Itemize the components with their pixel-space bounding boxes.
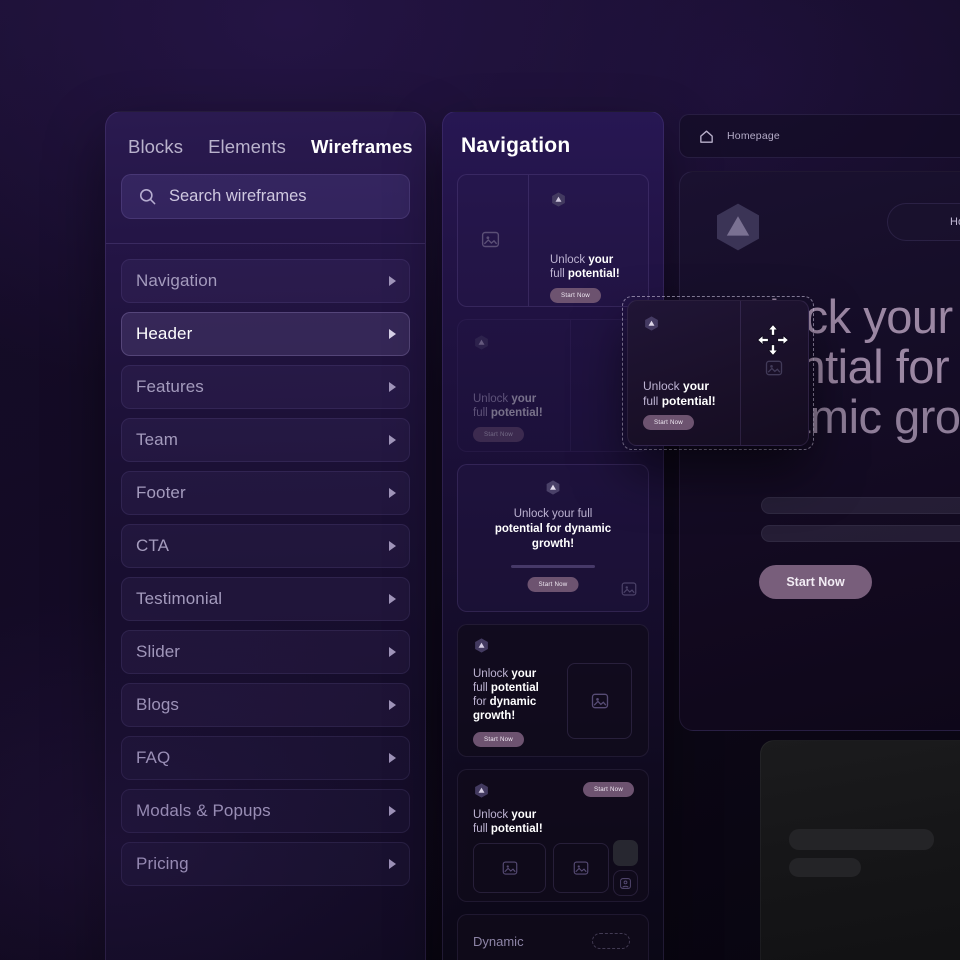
sidebar-item-navigation[interactable]: Navigation: [121, 259, 410, 303]
thumbnail-tile: [613, 840, 638, 866]
image-placeholder-icon: [567, 663, 632, 739]
wireframes-sidebar: Blocks Elements Wireframes Navigation He…: [105, 111, 426, 960]
brand-logo-icon: [717, 203, 759, 251]
card-heading: Unlock your full potential for dynamic g…: [473, 668, 539, 722]
avatar-placeholder-icon: [613, 870, 638, 896]
category-label: Blogs: [136, 695, 180, 714]
card-heading: Unlock your full potential!: [643, 379, 716, 408]
breadcrumb-label: Homepage: [727, 130, 780, 142]
image-placeholder-icon: [553, 843, 609, 893]
chevron-right-icon: [389, 276, 396, 286]
image-placeholder-icon: [480, 229, 501, 255]
breadcrumb[interactable]: Homepage: [679, 114, 960, 158]
placeholder-pill: [592, 933, 630, 949]
chevron-right-icon: [389, 382, 396, 392]
sidebar-item-cta[interactable]: CTA: [121, 524, 410, 568]
tab-elements[interactable]: Elements: [208, 136, 286, 158]
brand-logo-icon: [475, 783, 488, 798]
brand-logo-icon: [475, 638, 488, 653]
sidebar-tab-bar: Blocks Elements Wireframes: [106, 112, 425, 158]
hero-text-placeholder-bar: [761, 525, 960, 542]
chevron-right-icon: [389, 435, 396, 445]
search-icon: [139, 188, 156, 205]
app-root: Blocks Elements Wireframes Navigation He…: [0, 0, 960, 960]
search-input[interactable]: [169, 187, 393, 206]
image-placeholder-icon: [473, 843, 546, 893]
wireframe-card-2-ghost[interactable]: Unlock your full potential! Start Now: [457, 319, 649, 452]
category-label: CTA: [136, 536, 170, 555]
home-icon: [700, 130, 713, 143]
category-label: Team: [136, 430, 178, 449]
category-label: FAQ: [136, 748, 171, 767]
placeholder-bar: [789, 858, 861, 877]
navigation-wireframes-panel: Navigation Unlock your full potential! S…: [442, 111, 664, 960]
chevron-right-icon: [389, 753, 396, 763]
tab-wireframes[interactable]: Wireframes: [311, 136, 413, 158]
brand-logo-icon: [552, 192, 565, 207]
preview-nav-pill[interactable]: Home: [887, 203, 960, 241]
card-heading: Unlock your full potential!: [473, 809, 543, 835]
move-cursor-icon: [757, 324, 789, 356]
image-placeholder-icon: [764, 358, 784, 383]
panel-title: Navigation: [461, 134, 571, 157]
chevron-right-icon: [389, 594, 396, 604]
sidebar-item-modals-popups[interactable]: Modals & Popups: [121, 789, 410, 833]
sidebar-item-blogs[interactable]: Blogs: [121, 683, 410, 727]
category-label: Footer: [136, 483, 186, 502]
card-cta-button[interactable]: Start Now: [473, 427, 524, 442]
chevron-right-icon: [389, 806, 396, 816]
chevron-right-icon: [389, 488, 396, 498]
card-heading: Unlock your full potential!: [473, 393, 543, 419]
category-label: Features: [136, 377, 204, 396]
secondary-preview-panel: [760, 740, 960, 960]
category-list: Navigation Header Features Team Footer C…: [106, 244, 425, 886]
category-label: Header: [136, 324, 193, 343]
chevron-right-icon: [389, 329, 396, 339]
hero-text-placeholder-bar: [761, 497, 960, 514]
brand-logo-icon: [546, 480, 560, 495]
chevron-right-icon: [389, 859, 396, 869]
wireframe-card-6[interactable]: Dynamic: [457, 914, 649, 960]
card-cta-button[interactable]: Start Now: [527, 577, 579, 592]
sidebar-item-faq[interactable]: FAQ: [121, 736, 410, 780]
sidebar-item-slider[interactable]: Slider: [121, 630, 410, 674]
search-container: [106, 158, 425, 219]
sidebar-item-footer[interactable]: Footer: [121, 471, 410, 515]
card-heading: Unlock your full potential for dynamic g…: [494, 508, 612, 550]
sidebar-item-features[interactable]: Features: [121, 365, 410, 409]
tab-blocks[interactable]: Blocks: [128, 136, 183, 158]
wireframe-card-4[interactable]: Unlock your full potential for dynamic g…: [457, 624, 649, 757]
page-preview-canvas: Home Unlock your potential for dynamic g…: [679, 171, 960, 731]
category-label: Modals & Popups: [136, 801, 271, 820]
card-cta-button[interactable]: Start Now: [473, 732, 524, 747]
card-cta-button[interactable]: Start Now: [583, 782, 634, 797]
dragged-wireframe-card[interactable]: Unlock your full potential! Start Now: [627, 300, 809, 446]
card-heading: Unlock your full potential!: [550, 254, 620, 280]
sidebar-item-testimonial[interactable]: Testimonial: [121, 577, 410, 621]
card-cta-button[interactable]: Start Now: [550, 288, 601, 303]
sidebar-item-header[interactable]: Header: [121, 312, 410, 356]
wireframe-card-5[interactable]: Start Now Unlock your full potential!: [457, 769, 649, 902]
category-label: Pricing: [136, 854, 189, 873]
chevron-right-icon: [389, 700, 396, 710]
wireframe-card-1[interactable]: Unlock your full potential! Start Now: [457, 174, 649, 307]
start-now-button[interactable]: Start Now: [759, 565, 872, 599]
card-heading: Dynamic: [473, 934, 524, 949]
card-cta-button[interactable]: Start Now: [643, 415, 694, 430]
image-placeholder-icon: [620, 580, 638, 603]
wireframe-card-3[interactable]: Unlock your full potential for dynamic g…: [457, 464, 649, 612]
placeholder-bar: [789, 829, 934, 850]
sidebar-item-team[interactable]: Team: [121, 418, 410, 462]
nav-item-home: Home: [950, 216, 960, 228]
category-label: Testimonial: [136, 589, 223, 608]
brand-logo-icon: [645, 316, 658, 331]
category-label: Slider: [136, 642, 181, 661]
chevron-right-icon: [389, 647, 396, 657]
sidebar-item-pricing[interactable]: Pricing: [121, 842, 410, 886]
wireframe-card-list: Unlock your full potential! Start Now Un…: [443, 158, 663, 960]
category-label: Navigation: [136, 271, 218, 290]
chevron-right-icon: [389, 541, 396, 551]
brand-logo-icon: [475, 335, 488, 350]
search-box[interactable]: [121, 174, 410, 219]
